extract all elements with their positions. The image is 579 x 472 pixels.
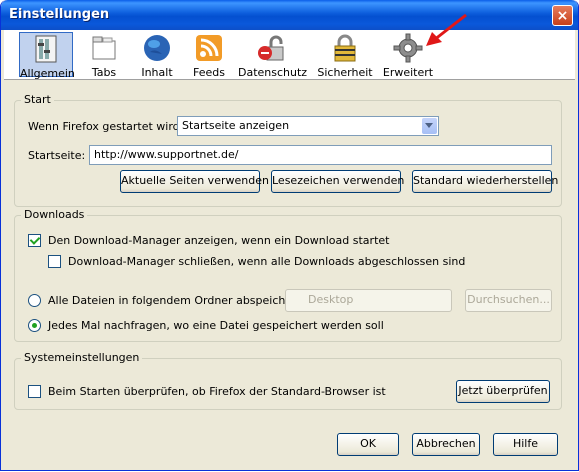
group-title: Systemeinstellungen — [21, 351, 143, 364]
show-download-manager-label: Den Download-Manager anzeigen, wenn ein … — [48, 234, 390, 247]
save-folder-radio[interactable] — [28, 294, 41, 307]
title-bar[interactable]: Einstellungen × — [1, 0, 578, 30]
privacy-lock-icon — [255, 32, 287, 64]
chevron-down-icon[interactable] — [422, 118, 437, 134]
check-default-browser-checkbox[interactable] — [28, 385, 41, 398]
tab-inhalt[interactable]: Inhalt — [134, 32, 180, 79]
check-default-browser-label: Beim Starten überprüfen, ob Firefox der … — [48, 385, 386, 398]
help-button[interactable]: Hilfe — [493, 433, 558, 456]
group-title: Start — [21, 93, 54, 106]
ask-every-time-radio[interactable] — [28, 319, 41, 332]
use-bookmark-button[interactable]: Lesezeichen verwenden — [271, 170, 404, 193]
system-group: Systemeinstellungen Beim Starten überprü… — [14, 351, 562, 410]
close-download-manager-label: Download-Manager schließen, wenn alle Do… — [68, 255, 466, 268]
restore-default-button[interactable]: Standard wiederherstellen — [412, 170, 558, 193]
cancel-button[interactable]: Abbrechen — [412, 433, 480, 456]
homepage-label: Startseite: — [28, 149, 86, 162]
tab-tabs[interactable]: Tabs — [82, 32, 126, 79]
tab-label: Datenschutz — [238, 66, 308, 79]
close-button[interactable]: × — [552, 5, 573, 26]
red-arrow-annotation — [426, 13, 467, 46]
gear-icon — [392, 32, 424, 64]
ask-every-time-label: Jedes Mal nachfragen, wo eine Datei gesp… — [48, 319, 384, 332]
window-title: Einstellungen — [9, 7, 110, 22]
folder-field[interactable]: Desktop — [285, 289, 452, 312]
start-group: Start Wenn Firefox gestartet wird: Start… — [14, 93, 562, 207]
tab-label: Feeds — [193, 66, 225, 79]
tab-label: Sicherheit — [317, 66, 373, 79]
globe-icon — [141, 32, 173, 64]
tab-label: Erweitert — [382, 66, 434, 79]
check-now-button[interactable]: Jetzt überprüfen — [456, 380, 550, 403]
close-download-manager-checkbox[interactable] — [48, 255, 61, 268]
ok-button[interactable]: OK — [337, 433, 399, 456]
group-title: Downloads — [21, 208, 88, 221]
general-icon — [30, 33, 62, 65]
tab-sicherheit[interactable]: Sicherheit — [317, 32, 373, 79]
settings-content: Start Wenn Firefox gestartet wird: Start… — [4, 80, 575, 467]
save-folder-label: Alle Dateien in folgendem Ordner abspeic… — [48, 294, 308, 307]
tab-feeds[interactable]: Feeds — [187, 32, 231, 79]
tab-label: Inhalt — [141, 66, 173, 79]
show-download-manager-checkbox[interactable] — [28, 234, 41, 247]
downloads-group: Downloads Den Download-Manager anzeigen,… — [14, 208, 562, 342]
security-padlock-icon — [329, 32, 361, 64]
homepage-input[interactable]: http://www.supportnet.de/ — [89, 145, 552, 165]
category-toolbar: Allgemein Tabs Inhalt Feeds Datenschutz — [4, 13, 575, 80]
rss-feed-icon — [193, 32, 225, 64]
startup-select-value: Startseite anzeigen — [182, 119, 290, 132]
tab-label: Allgemein — [20, 67, 75, 80]
browse-button[interactable]: Durchsuchen... — [465, 289, 552, 312]
settings-window: Einstellungen × Allgemein Tabs Inhalt Fe… — [0, 0, 579, 471]
startup-label: Wenn Firefox gestartet wird: — [28, 120, 184, 133]
tabs-icon — [88, 32, 120, 64]
tab-datenschutz[interactable]: Datenschutz — [238, 32, 308, 79]
use-current-pages-button[interactable]: Aktuelle Seiten verwenden — [120, 170, 269, 193]
startup-select[interactable]: Startseite anzeigen — [177, 116, 439, 136]
tab-label: Tabs — [91, 66, 117, 79]
tab-allgemein[interactable]: Allgemein — [19, 32, 75, 80]
